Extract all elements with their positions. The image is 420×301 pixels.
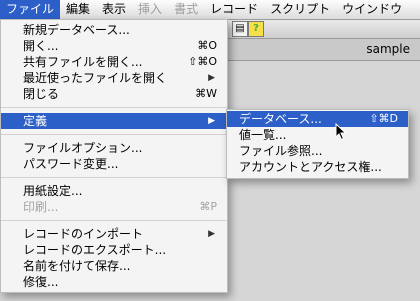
menu-insert[interactable]: 挿入 [132, 0, 168, 19]
menu-bar: ファイル 編集 表示 挿入 書式 レコード スクリプト ウインドウ [0, 0, 420, 20]
menu-item-label: 閉じる [23, 87, 60, 101]
submenu-arrow-icon: ▶ [208, 116, 215, 126]
menu-item-open[interactable]: 開く... ⌘O [1, 38, 227, 54]
menu-window[interactable]: ウインドウ [336, 0, 408, 19]
menu-item-label: レコードのエクスポート... [23, 243, 167, 257]
menu-view[interactable]: 表示 [96, 0, 132, 19]
menu-item-new-database[interactable]: 新規データベース... [1, 22, 227, 38]
submenu-item-database[interactable]: データベース... ⇧⌘D [227, 111, 408, 127]
menu-item-label: ファイルオプション... [23, 141, 143, 155]
submenu-item-accounts[interactable]: アカウントとアクセス権... [227, 159, 408, 175]
menu-item-label: 用紙設定... [23, 184, 83, 198]
help-icon[interactable]: ? [248, 21, 264, 37]
menu-item-label: 共有ファイルを開く... [23, 55, 143, 69]
submenu-item-value-lists[interactable]: 値一覧... [227, 127, 408, 143]
shortcut-label: ⌘P [199, 200, 217, 213]
submenu-arrow-icon: ▶ [208, 229, 215, 239]
menu-item-open-recent[interactable]: 最近使ったファイルを開く ▶ [1, 70, 227, 86]
menu-item-import-records[interactable]: レコードのインポート ▶ [1, 226, 227, 242]
file-menu-dropdown: 新規データベース... 開く... ⌘O 共有ファイルを開く... ⇧⌘O 最近使っ… [0, 19, 228, 293]
document-icon[interactable]: ▤ [232, 21, 248, 37]
menu-separator [1, 134, 227, 135]
menu-item-page-setup[interactable]: 用紙設定... [1, 183, 227, 199]
menu-item-define[interactable]: 定義 ▶ [1, 113, 227, 129]
menu-item-label: 定義 [23, 114, 48, 128]
menu-item-label: アカウントとアクセス権... [239, 160, 382, 174]
menu-item-close[interactable]: 閉じる ⌘W [1, 86, 227, 102]
shortcut-label: ⌘W [195, 87, 217, 100]
window-title: sample [366, 42, 410, 56]
menu-item-label: 修復... [23, 275, 59, 289]
menu-separator [1, 107, 227, 108]
menu-item-export-records[interactable]: レコードのエクスポート... [1, 242, 227, 258]
menu-item-label: パスワード変更... [23, 157, 119, 171]
menu-file[interactable]: ファイル [0, 0, 61, 19]
menu-records[interactable]: レコード [204, 0, 264, 19]
shortcut-label: ⇧⌘O [188, 55, 217, 68]
menu-item-label: 値一覧... [239, 128, 287, 142]
menu-item-label: データベース... [239, 112, 322, 126]
menu-item-recover[interactable]: 修復... [1, 274, 227, 290]
menu-item-file-options[interactable]: ファイルオプション... [1, 140, 227, 156]
menu-edit[interactable]: 編集 [60, 0, 96, 19]
menu-item-change-password[interactable]: パスワード変更... [1, 156, 227, 172]
menu-item-label: 新規データベース... [23, 23, 130, 37]
submenu-item-file-references[interactable]: ファイル参照... [227, 143, 408, 159]
submenu-arrow-icon: ▶ [208, 73, 215, 83]
menu-item-label: 開く... [23, 39, 59, 53]
shortcut-label: ⇧⌘D [369, 112, 398, 125]
arrow-cursor-icon [335, 123, 347, 141]
menu-separator [1, 220, 227, 221]
menu-format[interactable]: 書式 [168, 0, 204, 19]
menu-item-save-as[interactable]: 名前を付けて保存... [1, 258, 227, 274]
menu-item-label: 印刷... [23, 200, 59, 214]
shortcut-label: ⌘O [197, 39, 217, 52]
define-submenu: データベース... ⇧⌘D 値一覧... ファイル参照... アカウントとアクセス… [226, 109, 409, 179]
menu-item-open-shared[interactable]: 共有ファイルを開く... ⇧⌘O [1, 54, 227, 70]
menu-separator [1, 177, 227, 178]
menu-item-label: 名前を付けて保存... [23, 259, 131, 273]
menu-item-label: 最近使ったファイルを開く [23, 71, 168, 85]
menu-item-print[interactable]: 印刷... ⌘P [1, 199, 227, 215]
menu-item-label: ファイル参照... [239, 144, 323, 158]
menu-scripts[interactable]: スクリプト [264, 0, 336, 19]
menu-item-label: レコードのインポート [23, 227, 144, 241]
